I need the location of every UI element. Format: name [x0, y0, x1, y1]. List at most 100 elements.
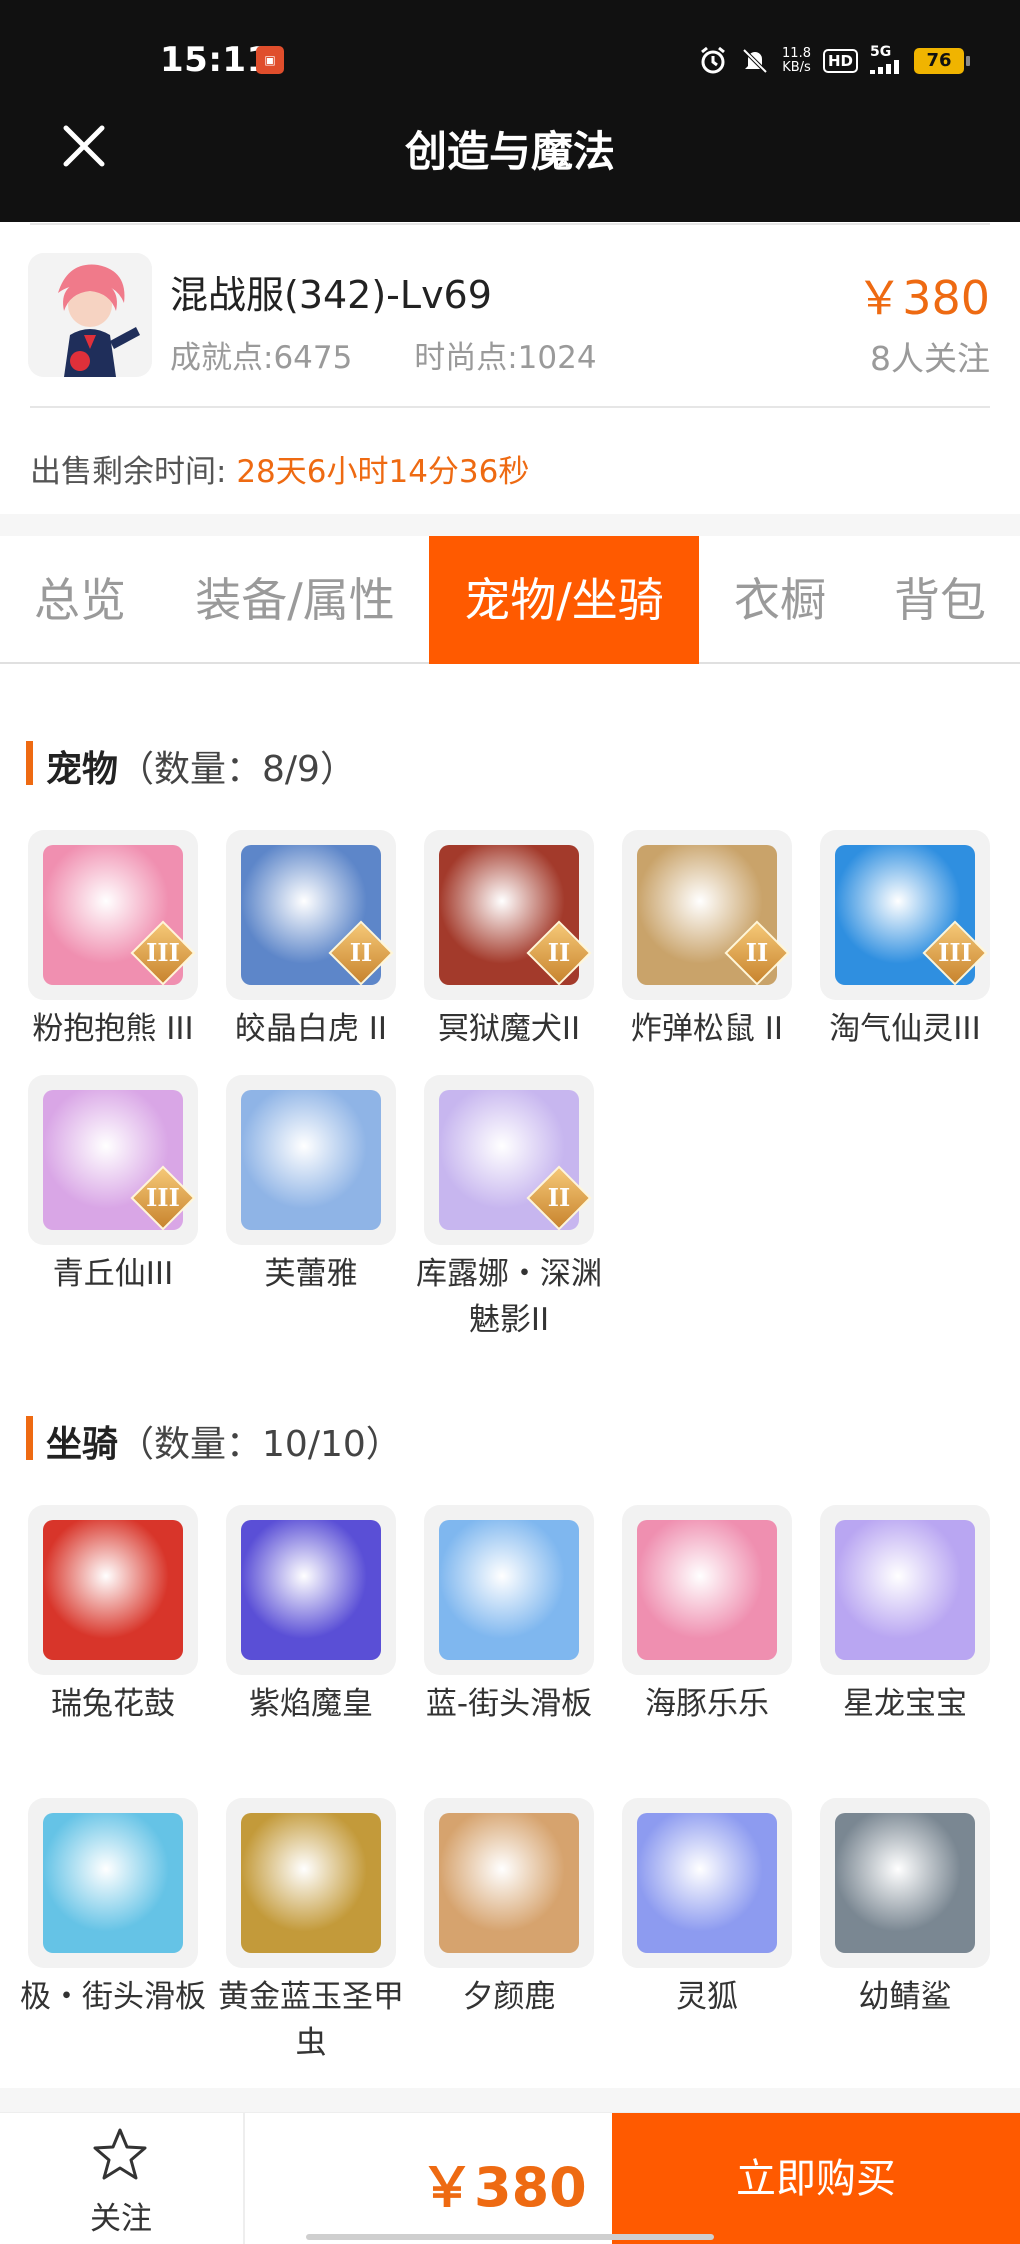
section-marker	[26, 1416, 33, 1460]
follower-count: 8人关注	[870, 339, 990, 378]
pet-thumbnail: III	[820, 830, 990, 1000]
rank-badge-label: II	[547, 1183, 571, 1212]
mount-thumbnail	[424, 1505, 594, 1675]
item-name: 幼鲭鲨	[858, 1979, 952, 2015]
battery-indicator: 76	[914, 48, 970, 74]
pet-item[interactable]: II 库露娜・深渊魅影II	[416, 1075, 602, 1343]
section-gap	[0, 514, 1020, 536]
pet-item[interactable]: II 炸弹松鼠 II	[622, 830, 792, 1052]
remaining-value: 28天6小时14分36秒	[236, 454, 530, 490]
item-name: 冥狱魔犬II	[437, 1011, 581, 1047]
item-name: 灵狐	[676, 1979, 738, 2015]
item-art	[43, 1813, 183, 1953]
mount-thumbnail	[820, 1505, 990, 1675]
pet-item[interactable]: 芙蕾雅	[226, 1075, 396, 1297]
item-art	[439, 1813, 579, 1953]
item-name: 皎晶白虎 II	[234, 1011, 388, 1047]
item-name: 星龙宝宝	[843, 1686, 967, 1722]
pets-section-title: 宠物（数量：8/9）	[46, 749, 356, 790]
mount-thumbnail	[28, 1505, 198, 1675]
section-gap	[0, 2088, 1020, 2112]
item-art	[637, 1813, 777, 1953]
item-art	[835, 1813, 975, 1953]
pet-item[interactable]: III 粉抱抱熊 III	[28, 830, 198, 1052]
status-time: 15:11	[160, 40, 271, 80]
network-5g: 5G	[870, 44, 902, 78]
mute-icon	[742, 48, 768, 74]
item-name: 蓝-街头滑板	[425, 1686, 593, 1722]
mount-item[interactable]: 夕颜鹿	[424, 1798, 594, 2020]
avatar	[28, 253, 152, 377]
mount-item[interactable]: 黄金蓝玉圣甲虫	[218, 1798, 404, 2066]
rank-badge-label: III	[146, 938, 180, 967]
pet-thumbnail: II	[424, 1075, 594, 1245]
follow-button[interactable]: 关注	[0, 2113, 242, 2244]
rank-badge-label: II	[745, 938, 769, 967]
tab-bar: 总览 装备/属性 宠物/坐骑 衣橱 背包	[0, 536, 1020, 664]
pet-item[interactable]: III 青丘仙III	[28, 1075, 198, 1297]
item-name: 库露娜・深渊魅影II	[416, 1256, 602, 1338]
divider	[30, 223, 990, 225]
mount-item[interactable]: 瑞兔花鼓	[28, 1505, 198, 1727]
item-name: 芙蕾雅	[264, 1256, 358, 1292]
item-art	[439, 1520, 579, 1660]
mounts-section-title: 坐骑（数量：10/10）	[46, 1424, 402, 1465]
pet-item[interactable]: III 淘气仙灵III	[820, 830, 990, 1052]
item-art	[835, 1520, 975, 1660]
mount-item[interactable]: 蓝-街头滑板	[424, 1505, 594, 1727]
mount-thumbnail	[820, 1798, 990, 1968]
character-stats: 成就点:6475 时尚点:1024	[170, 332, 649, 377]
item-name: 炸弹松鼠 II	[630, 1011, 784, 1047]
status-icons: 11.8 KB/s HD 5G 76	[698, 44, 970, 78]
mount-item[interactable]: 海豚乐乐	[622, 1505, 792, 1727]
mount-thumbnail	[622, 1505, 792, 1675]
mount-thumbnail	[226, 1505, 396, 1675]
tab-pets-mounts[interactable]: 宠物/坐骑	[429, 536, 699, 664]
mount-thumbnail	[28, 1798, 198, 1968]
follow-label: 关注	[90, 2201, 152, 2237]
bottom-price: ￥380	[420, 2156, 587, 2219]
pet-thumbnail: II	[622, 830, 792, 1000]
mount-item[interactable]: 极・街头滑板	[20, 1798, 206, 2020]
mount-thumbnail	[226, 1798, 396, 1968]
item-name: 海豚乐乐	[645, 1686, 769, 1722]
mount-item[interactable]: 紫焰魔皇	[226, 1505, 396, 1727]
item-name: 极・街头滑板	[20, 1979, 206, 2015]
pet-item[interactable]: II 冥狱魔犬II	[424, 830, 594, 1052]
item-art	[241, 1520, 381, 1660]
item-art	[241, 1813, 381, 1953]
mount-item[interactable]: 灵狐	[622, 1798, 792, 2020]
mount-item[interactable]: 星龙宝宝	[820, 1505, 990, 1727]
net-speed: 11.8 KB/s	[782, 46, 811, 75]
item-name: 青丘仙III	[52, 1256, 174, 1292]
divider	[30, 406, 990, 408]
tab-backpack[interactable]: 背包	[870, 536, 1010, 664]
star-icon	[93, 2128, 147, 2180]
pet-thumbnail: II	[424, 830, 594, 1000]
section-marker	[26, 741, 33, 785]
item-art	[43, 1520, 183, 1660]
pets-count: （数量：8/9）	[118, 749, 356, 790]
price-label: ￥380	[856, 271, 990, 325]
app-header: 15:11 ▣ 11.8 KB/s HD 5G 76 创造与魔法	[0, 0, 1020, 222]
mount-item[interactable]: 幼鲭鲨	[820, 1798, 990, 2020]
pet-thumbnail: III	[28, 1075, 198, 1245]
rank-badge-label: III	[146, 1183, 180, 1212]
pet-item[interactable]: II 皎晶白虎 II	[226, 830, 396, 1052]
pet-thumbnail	[226, 1075, 396, 1245]
divider	[243, 2113, 245, 2244]
item-name: 粉抱抱熊 III	[32, 1011, 194, 1047]
item-name: 紫焰魔皇	[249, 1686, 373, 1722]
remaining-label: 出售剩余时间:	[30, 454, 227, 490]
rank-badge-label: III	[938, 938, 972, 967]
buy-now-button[interactable]: 立即购买	[612, 2113, 1020, 2244]
tab-wardrobe[interactable]: 衣橱	[710, 536, 850, 664]
tab-overview[interactable]: 总览	[0, 536, 160, 664]
fashion-points: 时尚点:1024	[414, 340, 597, 376]
item-name: 淘气仙灵III	[829, 1011, 981, 1047]
tab-equipment[interactable]: 装备/属性	[180, 536, 410, 664]
app-icon: ▣	[256, 46, 284, 74]
home-indicator[interactable]	[306, 2234, 714, 2240]
page-title: 创造与魔法	[404, 127, 615, 176]
item-art	[241, 1090, 381, 1230]
